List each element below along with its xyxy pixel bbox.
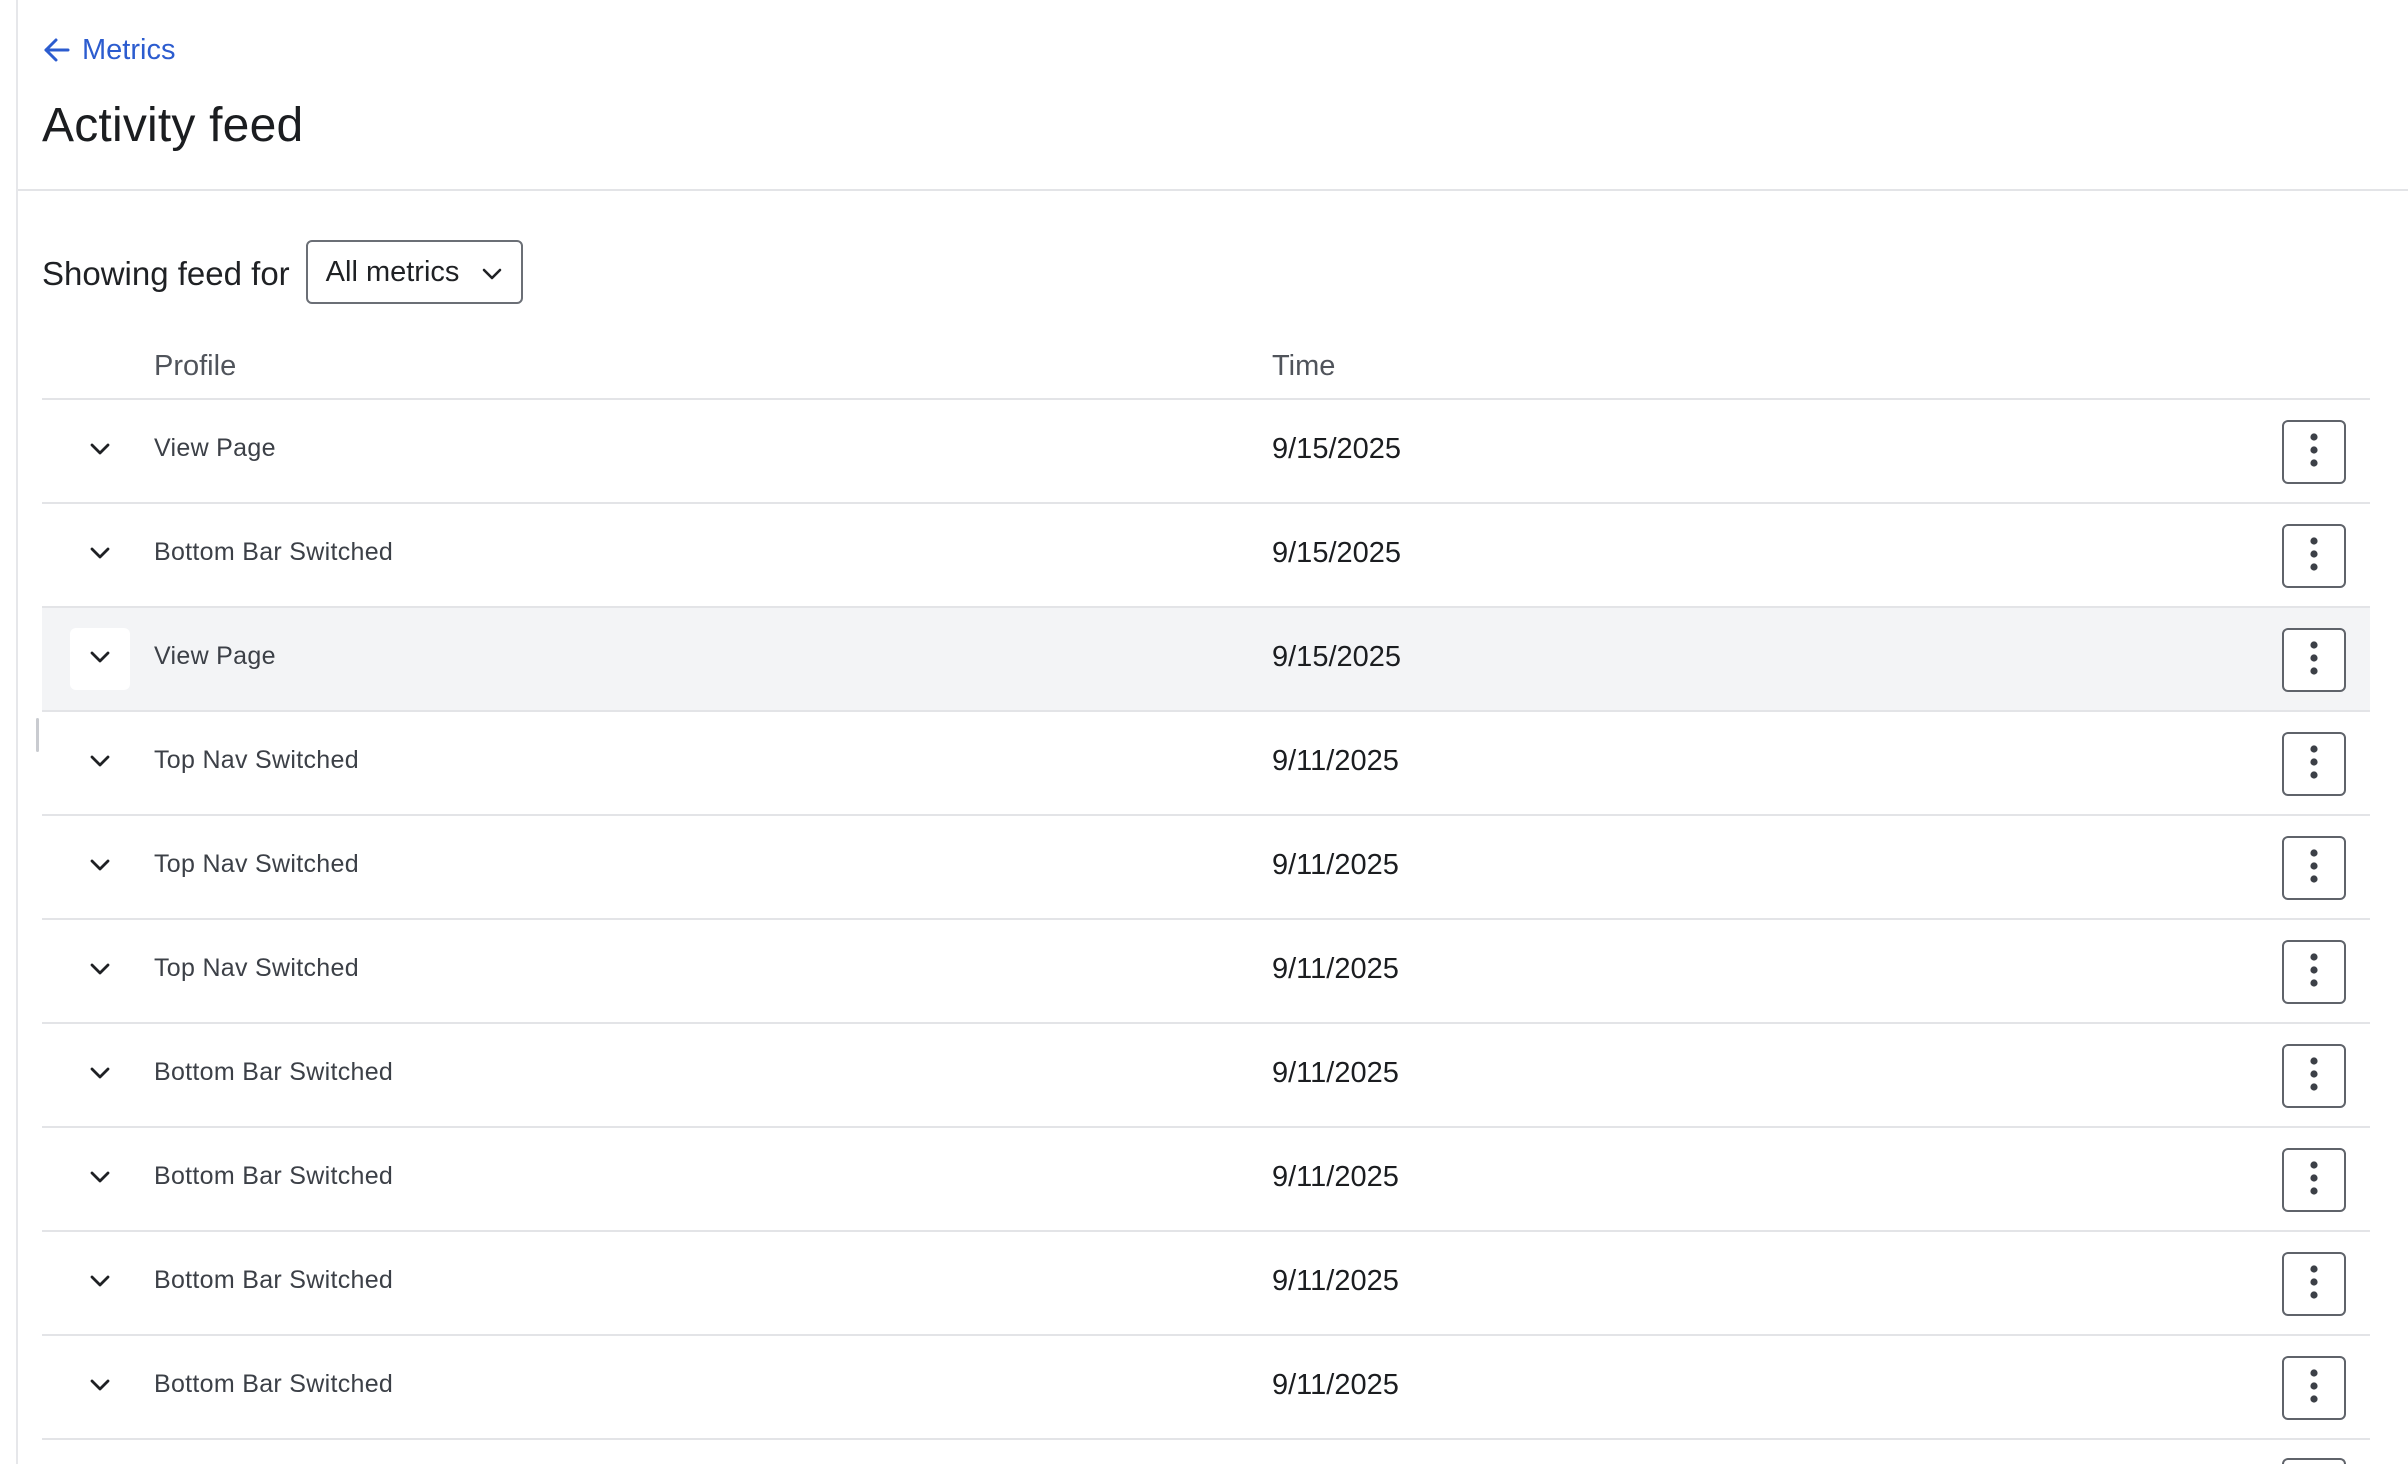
more-vertical-icon (2309, 952, 2319, 993)
activity-feed-page: Metrics Activity feed Showing feed for A… (0, 0, 2408, 1464)
more-actions-button[interactable] (2282, 524, 2346, 588)
table-row[interactable]: View Page 9/15/2025 (42, 400, 2370, 504)
table-row[interactable]: Top Nav Switched 9/11/2025 (42, 712, 2370, 816)
more-actions-button[interactable] (2282, 732, 2346, 796)
more-vertical-icon (2309, 1368, 2319, 1409)
metric-select-value: All metrics (325, 255, 460, 288)
event-name: Bottom Bar Switched (154, 1266, 394, 1294)
more-actions-button[interactable] (2282, 420, 2346, 484)
more-actions-button[interactable] (2282, 1148, 2346, 1212)
more-vertical-icon (2309, 1160, 2319, 1201)
more-actions-button-partial[interactable] (2282, 1458, 2346, 1464)
more-vertical-icon (2309, 1264, 2319, 1305)
more-actions-button[interactable] (2282, 940, 2346, 1004)
resize-handle[interactable] (36, 718, 39, 752)
more-vertical-icon (2309, 848, 2319, 889)
event-time: 9/15/2025 (1272, 433, 1402, 465)
more-actions-button[interactable] (2282, 628, 2346, 692)
expand-row-button[interactable] (70, 420, 130, 482)
event-time: 9/11/2025 (1272, 849, 1399, 881)
more-actions-button[interactable] (2282, 1044, 2346, 1108)
expand-row-button[interactable] (70, 732, 130, 794)
event-time: 9/11/2025 (1272, 1265, 1399, 1297)
event-time: 9/11/2025 (1272, 745, 1399, 777)
event-name: Top Nav Switched (154, 850, 359, 878)
arrow-left-icon (42, 35, 72, 65)
chevron-down-icon (89, 754, 111, 773)
event-name: Top Nav Switched (154, 954, 359, 982)
more-actions-button[interactable] (2282, 1252, 2346, 1316)
event-time: 9/11/2025 (1272, 1161, 1399, 1193)
expand-row-button[interactable] (70, 1148, 130, 1210)
chevron-down-icon (89, 1274, 111, 1293)
back-to-metrics-link[interactable]: Metrics (42, 30, 175, 70)
table-row[interactable]: Bottom Bar Switched 9/11/2025 (42, 1232, 2370, 1336)
table-header: Profile Time (42, 338, 2370, 400)
table-row[interactable]: Top Nav Switched 9/11/2025 (42, 816, 2370, 920)
chevron-down-icon (89, 546, 111, 565)
expand-row-button[interactable] (70, 1044, 130, 1106)
page-header: Metrics Activity feed (18, 0, 2408, 191)
event-time: 9/11/2025 (1272, 1057, 1399, 1089)
table-row[interactable]: Bottom Bar Switched 9/15/2025 (42, 504, 2370, 608)
chevron-down-icon (89, 858, 111, 877)
metric-select-dropdown[interactable]: All metrics (305, 240, 524, 304)
feed-filter-bar: Showing feed for All metrics (42, 240, 524, 304)
more-vertical-icon (2309, 432, 2319, 473)
chevron-down-icon (89, 962, 111, 981)
event-name: View Page (154, 434, 276, 462)
chevron-down-icon (89, 1170, 111, 1189)
chevron-down-icon (481, 256, 503, 289)
more-actions-button[interactable] (2282, 1356, 2346, 1420)
filter-label: Showing feed for (42, 255, 290, 292)
expand-row-button[interactable] (70, 836, 130, 898)
event-name: Bottom Bar Switched (154, 538, 394, 566)
event-name: Top Nav Switched (154, 746, 359, 774)
more-vertical-icon (2309, 640, 2319, 681)
page-title: Activity feed (42, 99, 304, 152)
chevron-down-icon (89, 1066, 111, 1085)
table-row[interactable]: View Page 9/15/2025 (42, 608, 2370, 712)
expand-row-button[interactable] (70, 1356, 130, 1418)
left-rail-divider (16, 0, 18, 1464)
expand-row-button[interactable] (70, 1252, 130, 1314)
event-name: Bottom Bar Switched (154, 1370, 394, 1398)
expand-row-button[interactable] (70, 628, 130, 690)
event-time: 9/11/2025 (1272, 1369, 1399, 1401)
table-row[interactable]: Top Nav Switched 9/11/2025 (42, 920, 2370, 1024)
table-row[interactable]: Bottom Bar Switched 9/11/2025 (42, 1336, 2370, 1440)
event-name: Bottom Bar Switched (154, 1058, 394, 1086)
back-link-label: Metrics (82, 33, 176, 66)
event-time: 9/11/2025 (1272, 953, 1399, 985)
more-vertical-icon (2309, 536, 2319, 577)
more-actions-button[interactable] (2282, 836, 2346, 900)
expand-row-button[interactable] (70, 940, 130, 1002)
event-name: Bottom Bar Switched (154, 1162, 394, 1190)
event-name: View Page (154, 642, 276, 670)
column-header-time: Time (1272, 350, 1336, 382)
event-time: 9/15/2025 (1272, 641, 1402, 673)
chevron-down-icon (89, 650, 111, 669)
chevron-down-icon (89, 442, 111, 461)
more-vertical-icon (2309, 744, 2319, 785)
table-row[interactable]: Bottom Bar Switched 9/11/2025 (42, 1128, 2370, 1232)
column-header-profile: Profile (154, 350, 237, 382)
more-vertical-icon (2309, 1056, 2319, 1097)
event-time: 9/15/2025 (1272, 537, 1402, 569)
chevron-down-icon (89, 1378, 111, 1397)
expand-row-button[interactable] (70, 524, 130, 586)
table-body: View Page 9/15/2025 Bottom Bar Switched 9/1… (42, 400, 2370, 1440)
activity-feed-table: Profile Time View Page 9/15/2025 Bottom Ba… (42, 338, 2370, 1440)
table-row[interactable]: Bottom Bar Switched 9/11/2025 (42, 1024, 2370, 1128)
